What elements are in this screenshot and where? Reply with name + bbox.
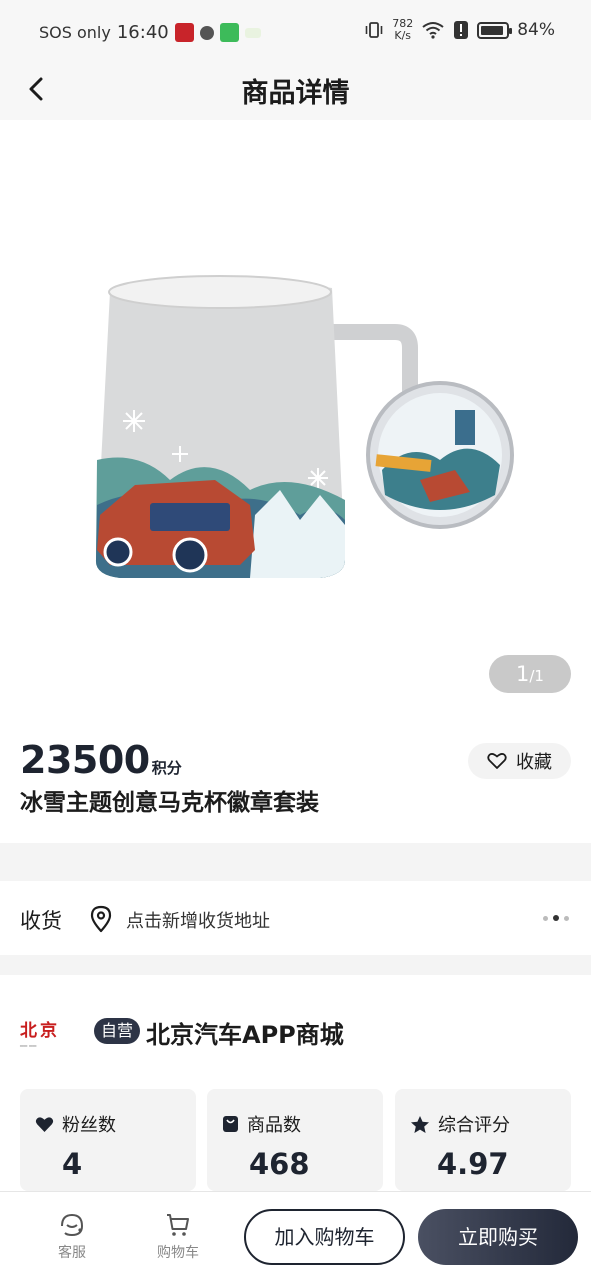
customer-service-button[interactable]: 客服 [42,1212,102,1262]
notification-wechat-icon [219,23,239,42]
stat-card-fans: 粉丝数 4 [20,1089,196,1191]
stat-label: 综合评分 [438,1115,510,1136]
store-logo-text: 北京 [20,1021,60,1041]
stat-value: 4 [62,1147,83,1181]
cart-button[interactable]: 购物车 [148,1212,208,1262]
add-address-link[interactable]: 点击新增收货地址 [126,907,270,933]
wifi-icon [422,22,444,39]
stat-label: 商品数 [247,1115,301,1136]
status-right: 782 K/s 84% [364,18,555,42]
favorite-label: 收藏 [516,752,552,773]
stat-head: 粉丝数 [35,1111,116,1137]
product-name: 冰雪主题创意马克杯徽章套装 [20,790,319,816]
favorite-button[interactable]: 收藏 [468,743,571,779]
mug-product-image [95,275,514,578]
cart-icon [167,1214,189,1236]
location-pin-icon [90,905,112,933]
section-divider [0,955,591,975]
address-label: 收货 [20,909,62,933]
image-counter-total: /1 [529,667,544,685]
store-name: 北京汽车APP商城 [146,1021,344,1049]
network-speed: 782 K/s [392,18,413,42]
bottom-action-bar: 客服 购物车 加入购物车 立即购买 [0,1191,591,1280]
battery-icon [477,21,513,39]
add-to-cart-button[interactable]: 加入购物车 [244,1209,405,1265]
self-operated-badge: 自营 [94,1018,141,1044]
address-row[interactable]: 收货 点击新增收货地址 [0,881,591,955]
customer-service-label: 客服 [58,1245,86,1261]
buy-now-button[interactable]: 立即购买 [418,1209,578,1265]
notification-close-icon [199,25,214,40]
price-block: 23500 积分 [20,738,182,782]
battery-percent: 84% [517,20,555,40]
store-logo-subtext: ━━ ━━ [20,1043,37,1050]
status-bar: SOS only 16:40 782 K/s 84% [0,0,591,58]
image-counter: 1/1 [489,655,571,693]
notification-misc-icon [244,27,261,38]
status-left: SOS only 16:40 [39,22,261,43]
notification-app-icon [174,23,194,42]
store-logo: 北京 ━━ ━━ [20,1016,78,1050]
stat-card-products: 商品数 468 [207,1089,383,1191]
shopping-bag-icon [223,1116,238,1132]
star-icon [411,1115,429,1133]
carrier-text: SOS only [39,23,111,42]
nav-bar: 商品详情 [0,58,591,120]
page-title: 商品详情 [241,78,350,109]
stat-label: 粉丝数 [62,1115,116,1136]
image-counter-current: 1 [516,662,530,686]
alert-icon [454,21,469,39]
stat-head: 综合评分 [410,1111,510,1137]
stat-card-rating: 综合评分 4.97 [395,1089,571,1191]
section-divider [0,843,591,881]
cart-label: 购物车 [157,1245,199,1261]
stat-value: 468 [249,1147,310,1181]
customer-service-icon [61,1213,84,1237]
store-header[interactable]: 北京 ━━ ━━ 自营 北京汽车APP商城 [0,975,591,1085]
clock: 16:40 [116,22,169,43]
more-dots-icon[interactable] [543,915,569,921]
vibrate-icon [365,22,383,38]
heart-outline-icon [487,753,507,769]
net-speed-unit: K/s [394,29,412,42]
product-price: 23500 [20,738,150,782]
stat-head: 商品数 [222,1111,301,1137]
heart-icon [35,1116,54,1132]
price-unit: 积分 [151,759,182,777]
product-image-carousel[interactable]: 1/1 [0,120,591,720]
store-stats: 粉丝数 4 商品数 468 综合评分 4.97 [0,1089,591,1191]
stat-value: 4.97 [437,1147,509,1181]
